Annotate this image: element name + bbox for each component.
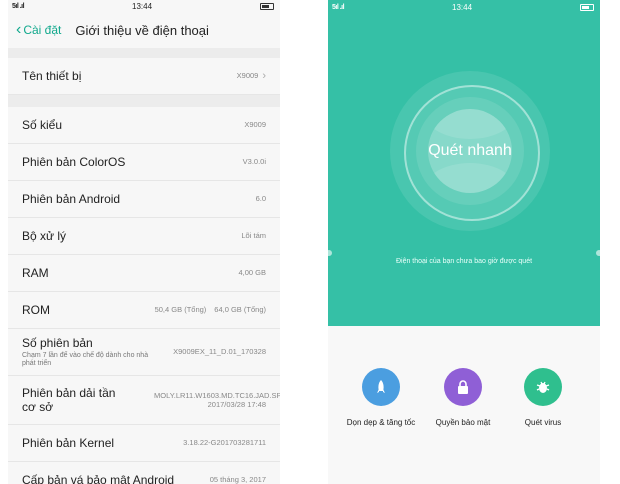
scan-status-message: Điện thoại của bạn chưa bao giờ được qué… — [395, 258, 533, 265]
build-row[interactable]: Số phiên bản Chạm 7 lần để vào chế độ dà… — [8, 329, 280, 376]
security-row: Cấp bản vá bảo mật Android 05 tháng 3, 2… — [8, 462, 280, 484]
status-bar: 5ıl .ıl 13:44 — [8, 0, 280, 12]
rom-label: ROM — [22, 303, 50, 317]
coloros-value: V3.0.0i — [242, 157, 266, 167]
kernel-label: Phiên bản Kernel — [22, 436, 115, 450]
signal-icon: 5ıl .ıl — [12, 2, 25, 10]
model-label: Số kiểu — [22, 118, 63, 132]
quick-scan-label: Quét nhanh — [428, 142, 512, 159]
baseband-label: Phiên bản dải tần cơ sở — [22, 386, 116, 414]
cpu-value: Lõi tám — [241, 231, 266, 241]
page-title: Giới thiệu về điện thoại — [75, 22, 209, 38]
scan-panel: 5ıl .ıl 13:44 Quét nhanh Điện thoại của … — [328, 0, 600, 326]
ram-label: RAM — [22, 266, 49, 280]
tool-permissions[interactable]: Quyền bảo mật — [426, 368, 500, 427]
device-name-label: Tên thiết bị — [22, 69, 82, 83]
baseband-value: MOLY.LR11.W1603.MD.TC16.JAD.SP.V5.P48, 2… — [154, 390, 280, 409]
cpu-row: Bộ xử lý Lõi tám — [8, 218, 280, 255]
rom-total: 64,0 GB (Tổng) — [214, 305, 266, 315]
quick-scan-button[interactable]: Quét nhanh — [428, 109, 512, 193]
build-value: X9009EX_11_D.01_170328 — [173, 347, 266, 357]
device-name-row[interactable]: Tên thiết bị X9009 › — [8, 58, 280, 95]
divider — [8, 95, 280, 107]
tool-virus-scan[interactable]: Quét virus — [506, 368, 580, 427]
build-hint: Chạm 7 lần để vào chế độ dành cho nhà ph… — [22, 351, 149, 367]
signal-icon: 5ıl .ıl — [332, 3, 345, 11]
battery-icon — [260, 2, 274, 10]
model-value: X9009 — [244, 120, 266, 130]
page-indicator-dot — [328, 250, 332, 256]
nav-bar: ‹ Cài đặt Giới thiệu về điện thoại — [8, 12, 280, 48]
ram-row: RAM 4,00 GB — [8, 255, 280, 292]
baseband-row: Phiên bản dải tần cơ sở MOLY.LR11.W1603.… — [8, 376, 280, 425]
android-row: Phiên bản Android 6.0 — [8, 181, 280, 218]
bug-icon — [524, 368, 562, 406]
status-time: 13:44 — [452, 2, 473, 12]
kernel-row: Phiên bản Kernel 3.18.22-G201703281711 — [8, 425, 280, 462]
chevron-right-icon: › — [262, 70, 266, 82]
rom-values: 50,4 GB (Tổng) 64,0 GB (Tổng) — [155, 305, 266, 314]
status-time: 13:44 — [132, 1, 153, 11]
back-label: Cài đặt — [23, 23, 62, 37]
security-value: 05 tháng 3, 2017 — [209, 475, 266, 484]
rom-row: ROM 50,4 GB (Tổng) 64,0 GB (Tổng) — [8, 292, 280, 329]
coloros-row: Phiên bản ColorOS V3.0.0i — [8, 144, 280, 181]
lock-icon — [444, 368, 482, 406]
tool-label: Quyền bảo mật — [435, 418, 491, 427]
chevron-left-icon: ‹ — [16, 21, 22, 38]
device-name-value: X9009 — [236, 71, 259, 81]
ram-value: 4,00 GB — [238, 268, 266, 278]
tool-label: Quét virus — [524, 418, 562, 427]
build-label: Số phiên bản — [22, 335, 93, 350]
tool-label: Dọn dẹp & tăng tốc — [346, 418, 416, 427]
tool-cleanup[interactable]: Dọn dẹp & tăng tốc — [344, 368, 418, 427]
android-value: 6.0 — [255, 194, 266, 204]
about-phone-screen: 5ıl .ıl 13:44 ‹ Cài đặt Giới thiệu về đi… — [8, 0, 280, 484]
security-scan-screen: 5ıl .ıl 13:44 Quét nhanh Điện thoại của … — [328, 0, 600, 484]
rom-available: 50,4 GB (Tổng) — [154, 305, 207, 315]
back-button[interactable]: ‹ Cài đặt — [16, 22, 61, 38]
rocket-icon — [362, 368, 400, 406]
page-indicator-dot — [596, 250, 600, 256]
security-label: Cấp bản vá bảo mật Android — [22, 473, 175, 484]
battery-icon — [580, 3, 594, 11]
model-row: Số kiểu X9009 — [8, 107, 280, 144]
coloros-label: Phiên bản ColorOS — [22, 155, 126, 169]
kernel-value: 3.18.22-G201703281711 — [183, 438, 266, 448]
android-label: Phiên bản Android — [22, 192, 121, 206]
status-bar: 5ıl .ıl 13:44 — [328, 0, 600, 14]
divider — [8, 48, 280, 58]
cpu-label: Bộ xử lý — [22, 229, 67, 243]
